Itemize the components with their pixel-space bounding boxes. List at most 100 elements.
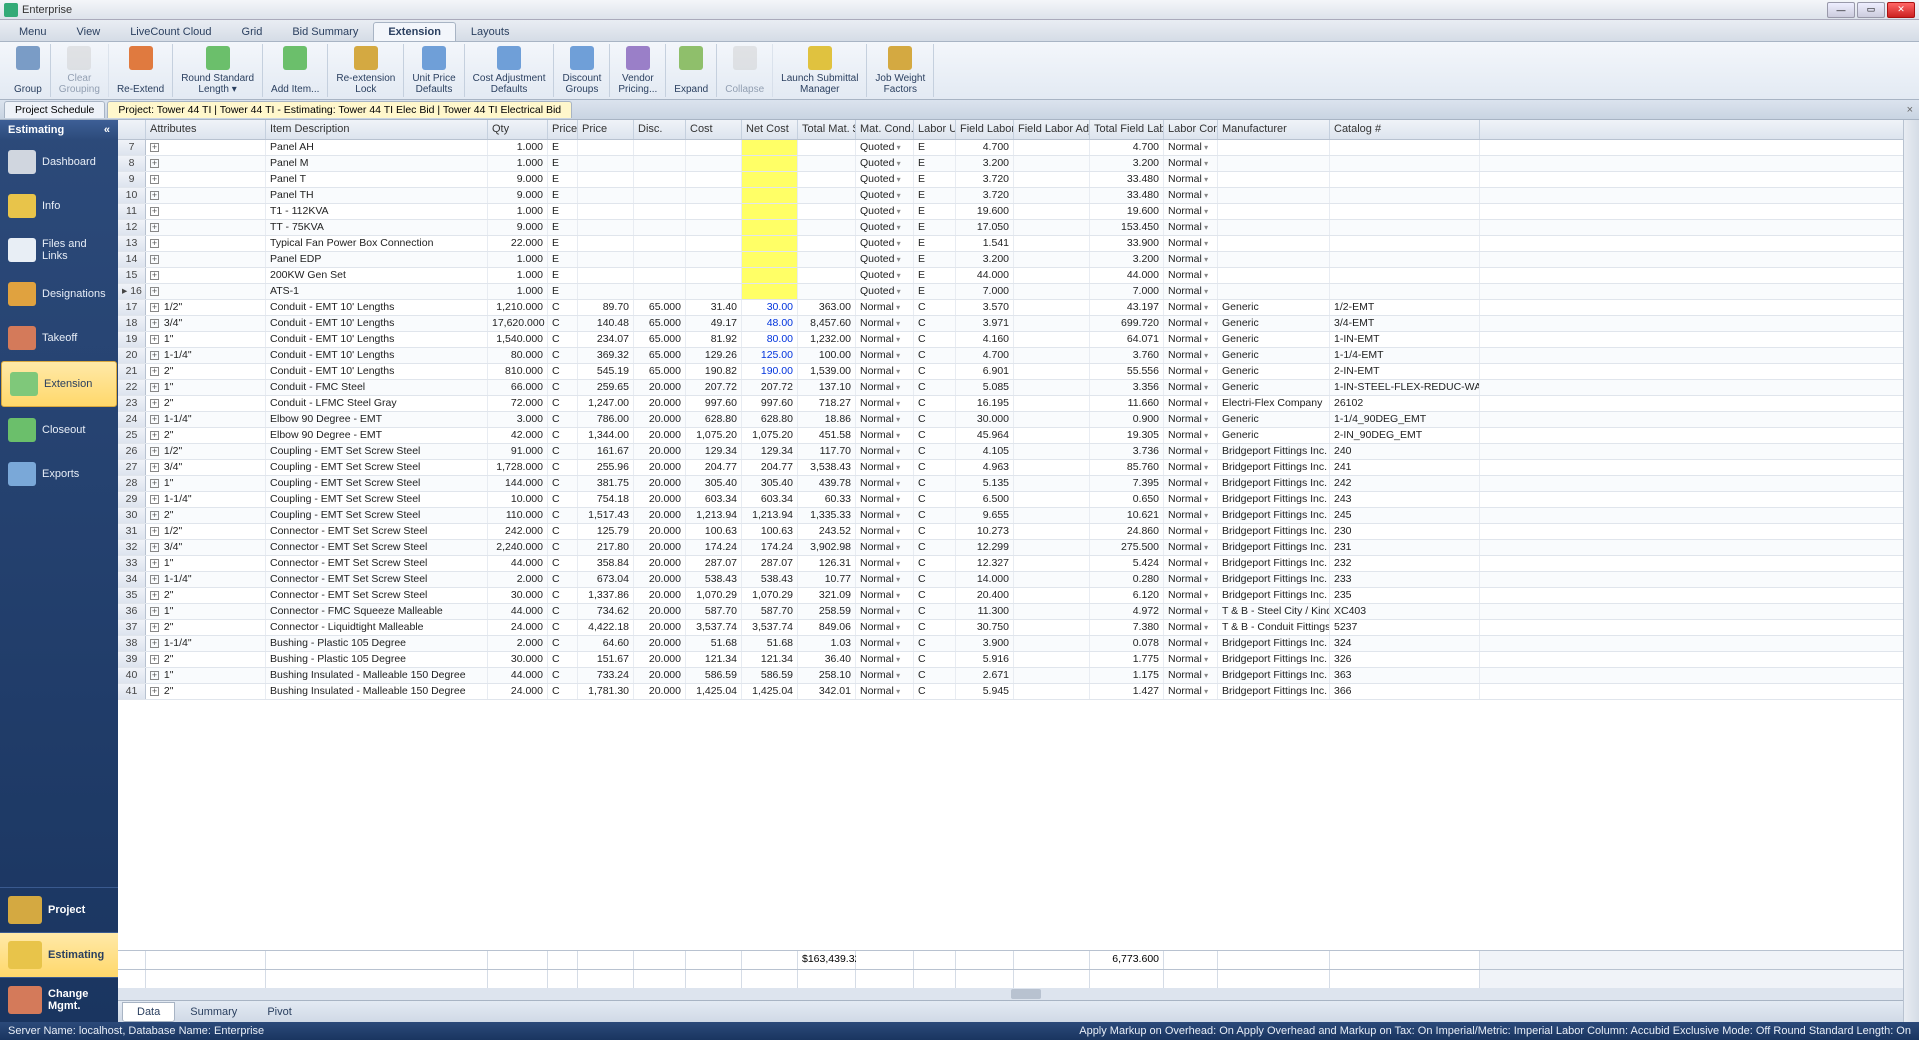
cell-mc[interactable]: Quoted bbox=[856, 204, 914, 219]
ribbon-unit-price[interactable]: Unit Price Defaults bbox=[404, 44, 464, 97]
cell-mc[interactable]: Normal bbox=[856, 460, 914, 475]
expand-icon[interactable]: + bbox=[150, 495, 159, 504]
cell-lc[interactable]: Normal bbox=[1164, 572, 1218, 587]
doc-tab[interactable]: Project: Tower 44 TI | Tower 44 TI - Est… bbox=[107, 101, 572, 118]
table-row[interactable]: 33+ 1"Connector - EMT Set Screw Steel44.… bbox=[118, 556, 1903, 572]
table-row[interactable]: 21+ 2"Conduit - EMT 10' Lengths810.000C5… bbox=[118, 364, 1903, 380]
expand-icon[interactable]: + bbox=[150, 207, 159, 216]
cell-mc[interactable]: Normal bbox=[856, 380, 914, 395]
table-row[interactable]: 22+ 1"Conduit - FMC Steel66.000C259.6520… bbox=[118, 380, 1903, 396]
ribbon-add-item-[interactable]: Add Item... bbox=[263, 44, 328, 97]
table-row[interactable]: 19+ 1"Conduit - EMT 10' Lengths1,540.000… bbox=[118, 332, 1903, 348]
expand-icon[interactable]: + bbox=[150, 463, 159, 472]
cell-mc[interactable]: Normal bbox=[856, 412, 914, 427]
cell-lc[interactable]: Normal bbox=[1164, 620, 1218, 635]
column-header[interactable]: Qty bbox=[488, 120, 548, 139]
column-header[interactable]: Labor Cond. bbox=[1164, 120, 1218, 139]
bottom-tab-pivot[interactable]: Pivot bbox=[252, 1002, 306, 1022]
cell-mc[interactable]: Quoted bbox=[856, 156, 914, 171]
cell-mc[interactable]: Normal bbox=[856, 316, 914, 331]
expand-icon[interactable]: + bbox=[150, 415, 159, 424]
ribbon-job-weight[interactable]: Job Weight Factors bbox=[867, 44, 934, 97]
table-row[interactable]: 40+ 1"Bushing Insulated - Malleable 150 … bbox=[118, 668, 1903, 684]
cell-lc[interactable]: Normal bbox=[1164, 204, 1218, 219]
expand-icon[interactable]: + bbox=[150, 175, 159, 184]
table-row[interactable]: 35+ 2"Connector - EMT Set Screw Steel30.… bbox=[118, 588, 1903, 604]
table-row[interactable]: 13+ Typical Fan Power Box Connection22.0… bbox=[118, 236, 1903, 252]
cell-lc[interactable]: Normal bbox=[1164, 588, 1218, 603]
expand-icon[interactable]: + bbox=[150, 527, 159, 536]
expand-icon[interactable]: + bbox=[150, 559, 159, 568]
cell-mc[interactable]: Quoted bbox=[856, 172, 914, 187]
sidebar-item-dashboard[interactable]: Dashboard bbox=[0, 140, 118, 184]
expand-icon[interactable]: + bbox=[150, 639, 159, 648]
column-header[interactable]: Mat. Cond. bbox=[856, 120, 914, 139]
cell-mc[interactable]: Normal bbox=[856, 300, 914, 315]
menu-tab-view[interactable]: View bbox=[62, 22, 116, 41]
cell-mc[interactable]: Normal bbox=[856, 556, 914, 571]
expand-icon[interactable]: + bbox=[150, 607, 159, 616]
expand-icon[interactable]: + bbox=[150, 543, 159, 552]
column-header[interactable]: Catalog # bbox=[1330, 120, 1480, 139]
expand-icon[interactable]: + bbox=[150, 287, 159, 296]
table-row[interactable]: 41+ 2"Bushing Insulated - Malleable 150 … bbox=[118, 684, 1903, 700]
column-header[interactable]: Attributes bbox=[146, 120, 266, 139]
cell-lc[interactable]: Normal bbox=[1164, 604, 1218, 619]
table-row[interactable]: 37+ 2"Connector - Liquidtight Malleable2… bbox=[118, 620, 1903, 636]
cell-lc[interactable]: Normal bbox=[1164, 444, 1218, 459]
table-row[interactable]: 27+ 3/4"Coupling - EMT Set Screw Steel1,… bbox=[118, 460, 1903, 476]
sidebar-item-takeoff[interactable]: Takeoff bbox=[0, 316, 118, 360]
cell-lc[interactable]: Normal bbox=[1164, 252, 1218, 267]
cell-mc[interactable]: Normal bbox=[856, 492, 914, 507]
cell-lc[interactable]: Normal bbox=[1164, 556, 1218, 571]
expand-icon[interactable]: + bbox=[150, 335, 159, 344]
expand-icon[interactable]: + bbox=[150, 399, 159, 408]
table-row[interactable]: 12+ TT - 75KVA9.000EQuotedE17.050153.450… bbox=[118, 220, 1903, 236]
cell-lc[interactable]: Normal bbox=[1164, 188, 1218, 203]
column-header[interactable]: Price U bbox=[548, 120, 578, 139]
table-row[interactable]: 36+ 1"Connector - FMC Squeeze Malleable4… bbox=[118, 604, 1903, 620]
cell-mc[interactable]: Normal bbox=[856, 396, 914, 411]
cell-lc[interactable]: Normal bbox=[1164, 364, 1218, 379]
doc-tab-close-icon[interactable]: × bbox=[1907, 104, 1913, 116]
grid-body[interactable]: 7+ Panel AH1.000EQuotedE4.7004.700Normal… bbox=[118, 140, 1903, 950]
column-header[interactable]: Total Field Labor bbox=[1090, 120, 1164, 139]
table-row[interactable]: 25+ 2"Elbow 90 Degree - EMT42.000C1,344.… bbox=[118, 428, 1903, 444]
cell-mc[interactable]: Quoted bbox=[856, 236, 914, 251]
ribbon-expand[interactable]: Expand bbox=[666, 44, 717, 97]
column-header[interactable]: Total Mat. $ bbox=[798, 120, 856, 139]
sidebar-header[interactable]: Estimating « bbox=[0, 120, 118, 140]
table-row[interactable]: 10+ Panel TH9.000EQuotedE3.72033.480Norm… bbox=[118, 188, 1903, 204]
cell-mc[interactable]: Normal bbox=[856, 348, 914, 363]
column-header[interactable]: Disc. bbox=[634, 120, 686, 139]
cell-lc[interactable]: Normal bbox=[1164, 684, 1218, 699]
sidebar-section-project[interactable]: Project bbox=[0, 887, 118, 932]
cell-lc[interactable]: Normal bbox=[1164, 348, 1218, 363]
sidebar-item-extension[interactable]: Extension bbox=[1, 361, 117, 407]
cell-mc[interactable]: Normal bbox=[856, 540, 914, 555]
cell-lc[interactable]: Normal bbox=[1164, 396, 1218, 411]
cell-lc[interactable]: Normal bbox=[1164, 668, 1218, 683]
table-row[interactable]: 14+ Panel EDP1.000EQuotedE3.2003.200Norm… bbox=[118, 252, 1903, 268]
expand-icon[interactable]: + bbox=[150, 351, 159, 360]
cell-mc[interactable]: Normal bbox=[856, 524, 914, 539]
cell-lc[interactable]: Normal bbox=[1164, 524, 1218, 539]
expand-icon[interactable]: + bbox=[150, 623, 159, 632]
table-row[interactable]: ▸ 16+ ATS-11.000EQuotedE7.0007.000Normal bbox=[118, 284, 1903, 300]
table-row[interactable]: 11+ T1 - 112KVA1.000EQuotedE19.60019.600… bbox=[118, 204, 1903, 220]
table-row[interactable]: 20+ 1-1/4"Conduit - EMT 10' Lengths80.00… bbox=[118, 348, 1903, 364]
cell-mc[interactable]: Normal bbox=[856, 428, 914, 443]
column-header[interactable]: Item Description bbox=[266, 120, 488, 139]
table-row[interactable]: 28+ 1"Coupling - EMT Set Screw Steel144.… bbox=[118, 476, 1903, 492]
table-row[interactable]: 38+ 1-1/4"Bushing - Plastic 105 Degree2.… bbox=[118, 636, 1903, 652]
cell-mc[interactable]: Normal bbox=[856, 364, 914, 379]
cell-mc[interactable]: Normal bbox=[856, 572, 914, 587]
expand-icon[interactable]: + bbox=[150, 655, 159, 664]
sidebar-item-closeout[interactable]: Closeout bbox=[0, 408, 118, 452]
expand-icon[interactable]: + bbox=[150, 511, 159, 520]
table-row[interactable]: 39+ 2"Bushing - Plastic 105 Degree30.000… bbox=[118, 652, 1903, 668]
cell-mc[interactable]: Normal bbox=[856, 588, 914, 603]
cell-lc[interactable]: Normal bbox=[1164, 492, 1218, 507]
expand-icon[interactable]: + bbox=[150, 319, 159, 328]
column-header[interactable]: Net Cost bbox=[742, 120, 798, 139]
